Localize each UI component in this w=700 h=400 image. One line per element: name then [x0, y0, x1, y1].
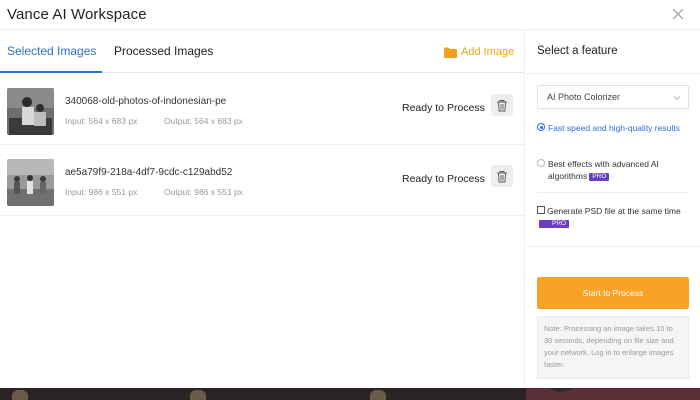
psd-label-wrap: Generate PSD file at the same time PRO	[537, 205, 687, 229]
feature-select-value: AI Photo Colorizer	[547, 92, 621, 102]
workspace-modal: Vance AI Workspace Selected Images Proce…	[0, 0, 700, 388]
image-row: ae5a79f9-218a-4df7-9cdc-c129abd52 Input:…	[0, 145, 525, 216]
image-filename: ae5a79f9-218a-4df7-9cdc-c129abd52	[65, 167, 233, 178]
add-image-label: Add Image	[461, 46, 515, 58]
image-thumbnail[interactable]	[7, 88, 54, 135]
output-size: Output: 564 x 683 px	[164, 116, 243, 126]
divider	[526, 246, 700, 247]
close-icon[interactable]	[670, 6, 686, 22]
divider	[537, 192, 689, 193]
delete-button[interactable]	[491, 165, 513, 187]
input-size: Input: 986 x 551 px	[65, 187, 138, 197]
image-row: 340068-old-photos-of-indonesian-pe Input…	[0, 74, 525, 145]
start-process-label: Start to Process	[582, 288, 644, 298]
tab-processed-images[interactable]: Processed Images	[114, 44, 213, 58]
background-thumbnail	[190, 390, 206, 400]
status-text: Ready to Process	[402, 102, 485, 114]
image-filename: 340068-old-photos-of-indonesian-pe	[65, 96, 227, 107]
pro-badge: PRO	[589, 173, 610, 181]
radio-button[interactable]	[537, 123, 545, 131]
feature-panel: Select a feature AI Photo Colorizer Fast…	[526, 30, 700, 388]
image-list-pane: Selected Images Processed Images Add Ima…	[0, 30, 525, 388]
start-process-button[interactable]: Start to Process	[537, 277, 689, 309]
trash-icon	[497, 170, 507, 182]
output-size: Output: 986 x 551 px	[164, 187, 243, 197]
background-thumbnail	[12, 390, 28, 400]
divider	[526, 73, 700, 74]
image-thumbnail[interactable]	[7, 159, 54, 206]
tab-bar: Selected Images Processed Images Add Ima…	[0, 30, 525, 73]
active-tab-indicator	[0, 71, 102, 73]
input-size: Input: 564 x 683 px	[65, 116, 138, 126]
pro-badge: PRO	[539, 220, 570, 228]
modal-title: Vance AI Workspace	[7, 6, 147, 23]
chevron-down-icon	[673, 96, 681, 101]
psd-label: Generate PSD file at the same time	[547, 206, 681, 216]
folder-icon	[444, 47, 457, 58]
status-text: Ready to Process	[402, 173, 485, 185]
option-fast-speed[interactable]: Fast speed and high-quality results	[537, 122, 697, 148]
background-thumbnail	[370, 390, 386, 400]
add-image-button[interactable]: Add Image	[444, 44, 514, 60]
tab-selected-images[interactable]: Selected Images	[7, 44, 96, 58]
option-label-wrap: Best effects with advanced AI algorithms…	[548, 158, 688, 182]
radio-button[interactable]	[537, 159, 545, 167]
feature-select[interactable]: AI Photo Colorizer	[537, 85, 689, 109]
trash-icon	[497, 99, 507, 111]
option-label: Fast speed and high-quality results	[548, 123, 680, 133]
delete-button[interactable]	[491, 94, 513, 116]
option-best-effects[interactable]: Best effects with advanced AI algorithms…	[537, 158, 697, 184]
processing-note: Note: Processing an image takes 10 to 30…	[537, 316, 689, 379]
modal-header: Vance AI Workspace	[0, 0, 700, 30]
feature-heading: Select a feature	[537, 45, 618, 57]
